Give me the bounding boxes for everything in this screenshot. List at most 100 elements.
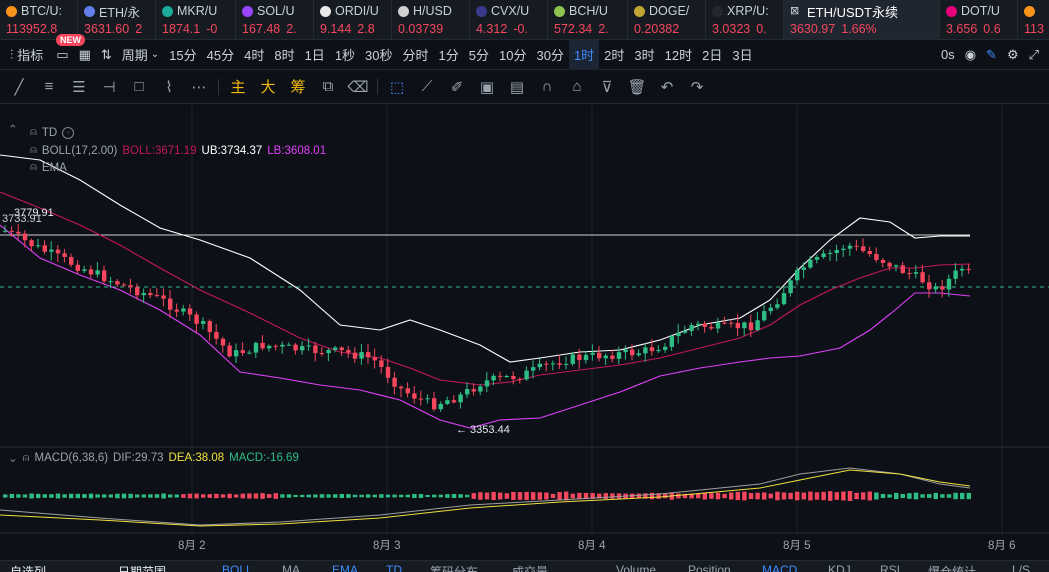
bottom-item-3[interactable]: TD — [386, 563, 402, 572]
interval-13[interactable]: 2时 — [599, 40, 629, 70]
bottom-watchlist[interactable]: 自选列 — [10, 563, 46, 572]
date-label-3: 8月 5 — [783, 540, 811, 552]
candle-body — [42, 245, 47, 252]
bottom-date-range[interactable]: 日期范围 — [118, 563, 166, 572]
magnet-icon[interactable]: ∩ — [532, 70, 562, 104]
ticker-8[interactable]: DOGE/0.20382 — [628, 0, 706, 39]
highlighter-icon[interactable]: ✐ — [442, 70, 472, 104]
interval-17[interactable]: 3日 — [727, 40, 757, 70]
interval-3[interactable]: 8时 — [269, 40, 299, 70]
ticker-price: 4.312 — [476, 22, 508, 36]
trash-icon[interactable]: 🗑 — [622, 70, 652, 104]
calendar-tool-icon[interactable]: ▣ — [472, 70, 502, 104]
interval-9[interactable]: 5分 — [464, 40, 494, 70]
bottom-item-8[interactable]: MACD — [762, 563, 797, 572]
fullscreen-icon[interactable]: ⤢ — [1024, 40, 1049, 70]
collapse-icon[interactable]: ⌃ — [8, 122, 18, 136]
macd-bar — [913, 492, 919, 500]
fib-icon[interactable]: ≡ — [34, 70, 64, 104]
ticker-3[interactable]: SOL/U 167.48 2. — [236, 0, 314, 39]
interval-8[interactable]: 1分 — [434, 40, 464, 70]
macd-bar — [729, 492, 734, 500]
bell-icon: ⍝ — [30, 144, 37, 156]
interval-6[interactable]: 30秒 — [360, 40, 397, 70]
period-dropdown[interactable]: 周期 ⌄ — [117, 40, 164, 70]
layout-icon[interactable]: ▦ — [74, 40, 96, 70]
redo-icon[interactable]: ↷ — [682, 70, 712, 104]
brush-icon[interactable]: ⌇ — [154, 70, 184, 104]
hline-icon[interactable]: ⊣ — [94, 70, 124, 104]
candle-body — [55, 249, 61, 254]
camera-icon[interactable]: ◉ — [960, 40, 981, 70]
main-force-tool[interactable]: 主 — [223, 70, 253, 104]
pen-icon[interactable]: ✎ — [981, 40, 1002, 70]
ticker-change: -0 — [206, 22, 218, 36]
more-icon[interactable]: ⋯ — [184, 70, 214, 104]
candle-body — [478, 386, 483, 392]
interval-16[interactable]: 2日 — [697, 40, 727, 70]
candle-body — [960, 268, 965, 271]
calendar-icon[interactable]: ▭ — [51, 40, 73, 70]
ticker-10[interactable]: ⊠ ETH/USDT永续 3630.97 1.66% — [784, 0, 940, 39]
big-order-tool[interactable]: 大 — [253, 70, 283, 104]
interval-0[interactable]: 15分 — [164, 40, 201, 70]
bottom-item-10[interactable]: RSI — [880, 563, 900, 572]
bottom-item-0[interactable]: BOLL — [222, 563, 253, 572]
trendline-icon[interactable]: ╱ — [4, 70, 34, 104]
bottom-item-5[interactable]: 成交量 — [512, 563, 548, 572]
layers-icon[interactable]: ⧉ — [313, 70, 343, 104]
candle-body — [227, 345, 232, 357]
ticker-4[interactable]: ORDI/U 9.144 2.8 — [314, 0, 392, 39]
collapse-icon[interactable]: ⌄ — [8, 451, 18, 465]
rect-icon[interactable]: □ — [124, 70, 154, 104]
ticker-5[interactable]: H/USD 0.03739 — [392, 0, 470, 39]
legend-collapse[interactable]: ⌃ — [8, 122, 18, 136]
bottom-item-4[interactable]: 筹码分布 — [430, 563, 478, 572]
interval-11[interactable]: 30分 — [531, 40, 568, 70]
interval-4[interactable]: 1日 — [300, 40, 330, 70]
channel-icon[interactable]: ☰ — [64, 70, 94, 104]
lock-icon[interactable]: ⌂ — [562, 70, 592, 104]
ticker-1[interactable]: ETH/永 3631.60 2 — [78, 0, 156, 39]
ticker-9[interactable]: XRP/U: 3.0323 0. — [706, 0, 784, 39]
eye-icon[interactable]: ◦ — [62, 126, 75, 139]
bottom-item-9[interactable]: KDJ — [828, 563, 851, 572]
bottom-item-7[interactable]: Position — [688, 563, 731, 572]
chip-tool[interactable]: 筹 — [283, 70, 313, 104]
interval-1[interactable]: 45分 — [202, 40, 239, 70]
bottom-item-1[interactable]: MA — [282, 563, 300, 572]
macd-label: MACD(6,38,6) — [34, 452, 109, 464]
macd-bar — [108, 494, 113, 498]
settings-icon[interactable]: ⚙ — [1002, 40, 1024, 70]
interval-2[interactable]: 4时 — [239, 40, 269, 70]
ticker-6[interactable]: CVX/U 4.312 -0. — [470, 0, 548, 39]
interval-14[interactable]: 3时 — [629, 40, 659, 70]
interval-12[interactable]: 1时 — [568, 39, 600, 70]
candle-body — [583, 354, 589, 361]
undo-icon[interactable]: ↶ — [652, 70, 682, 104]
filter-icon[interactable]: ⊽ — [592, 70, 622, 104]
bottom-item-11[interactable]: 爆仓统计 — [928, 563, 976, 572]
ticker-12[interactable]: 113 — [1018, 0, 1049, 39]
bottom-item-2[interactable]: EMA — [332, 563, 358, 572]
interval-10[interactable]: 10分 — [494, 40, 531, 70]
ruler-icon[interactable]: ⟋ — [412, 70, 442, 104]
interval-7[interactable]: 分时 — [398, 40, 434, 70]
bottom-item-12[interactable]: L/S — [1012, 563, 1030, 572]
candle-body — [927, 282, 932, 290]
interval-15[interactable]: 12时 — [660, 40, 697, 70]
ticker-2[interactable]: MKR/U 1874.1 -0 — [156, 0, 236, 39]
ticker-11[interactable]: DOT/U 3.656 0.6 — [940, 0, 1018, 39]
price-chart[interactable]: 3779.913733.91← 3353.448月 2 8月 3 8月 4 8月 58… — [0, 105, 1049, 560]
indicator-button[interactable]: ⫶ 指标 NEW — [0, 33, 85, 70]
macd-bar — [438, 494, 443, 498]
interval-5[interactable]: 1秒 — [330, 40, 360, 70]
note-icon[interactable]: ▤ — [502, 70, 532, 104]
ticker-symbol: CVX/U — [491, 4, 530, 18]
compare-icon[interactable]: ⇅ — [96, 40, 117, 70]
candle-body — [854, 245, 859, 247]
ticker-7[interactable]: BCH/U 572.34 2. — [548, 0, 628, 39]
eraser-icon[interactable]: ⌫ — [343, 70, 373, 104]
bottom-item-6[interactable]: Volume — [616, 563, 656, 572]
select-icon[interactable]: ⬚ — [382, 70, 412, 104]
